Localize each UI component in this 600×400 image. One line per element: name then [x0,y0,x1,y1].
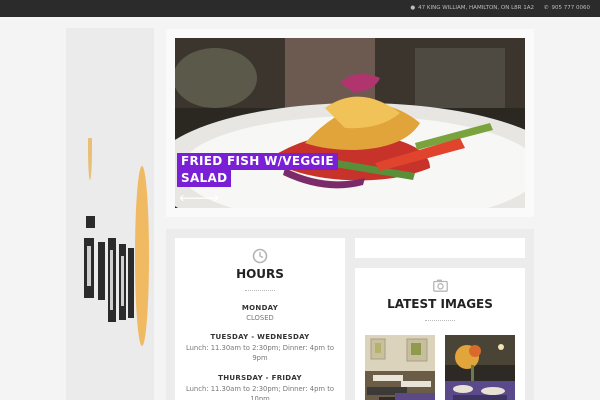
camera-icon [433,279,448,292]
hours-day: THURSDAY - FRIDAY [218,374,302,382]
hours-widget: HOURS MONDAY CLOSED TUESDAY - WEDNESDAY … [175,238,345,400]
hours-day: TUESDAY - WEDNESDAY [210,333,310,341]
phone[interactable]: ✆ 905 777 0060 [544,5,590,11]
hours-info: Lunch: 11.30am to 2:30pm; Dinner: 4pm to… [185,344,335,362]
address-text: 47 KING WILLIAM, HAMILTON, ON L8R 1A2 [418,5,534,11]
title-divider [245,290,275,291]
phone-icon: ✆ [543,5,549,11]
arrow-right-icon[interactable]: 🡒 [195,193,219,204]
latest-images-widget: LATEST IMAGES [355,268,525,400]
hours-day: MONDAY [241,304,279,312]
slider-arrows: 🡐🡒 [179,193,219,204]
title-divider [425,320,455,321]
map-marker-icon: ● [410,5,416,11]
hours-info: CLOSED [246,314,274,322]
restaurant-logo-image[interactable] [80,138,154,400]
gallery-thumbnail[interactable] [445,335,515,400]
hours-title: HOURS [236,267,284,281]
clock-icon [252,248,268,264]
top-bar: ● 47 KING WILLIAM, HAMILTON, ON L8R 1A2 ✆… [0,0,600,17]
latest-images-title: LATEST IMAGES [387,297,493,311]
hero-slider[interactable]: FRIED FISH W/VEGGIE SALAD 🡐🡒 [175,38,525,208]
table-setting-photo [445,335,515,400]
slide-caption-line2: SALAD [177,167,232,187]
sidebar [66,28,154,400]
gallery-thumbnail[interactable] [365,335,435,400]
dining-room-photo [365,335,435,400]
address: ● 47 KING WILLIAM, HAMILTON, ON L8R 1A2 [410,5,534,11]
empty-widget [355,238,525,258]
phone-text: 905 777 0060 [551,5,591,11]
arrow-left-icon[interactable]: 🡐 [179,193,203,204]
hours-info: Lunch: 11.30am to 2:30pm; Dinner: 4pm to… [185,385,335,400]
